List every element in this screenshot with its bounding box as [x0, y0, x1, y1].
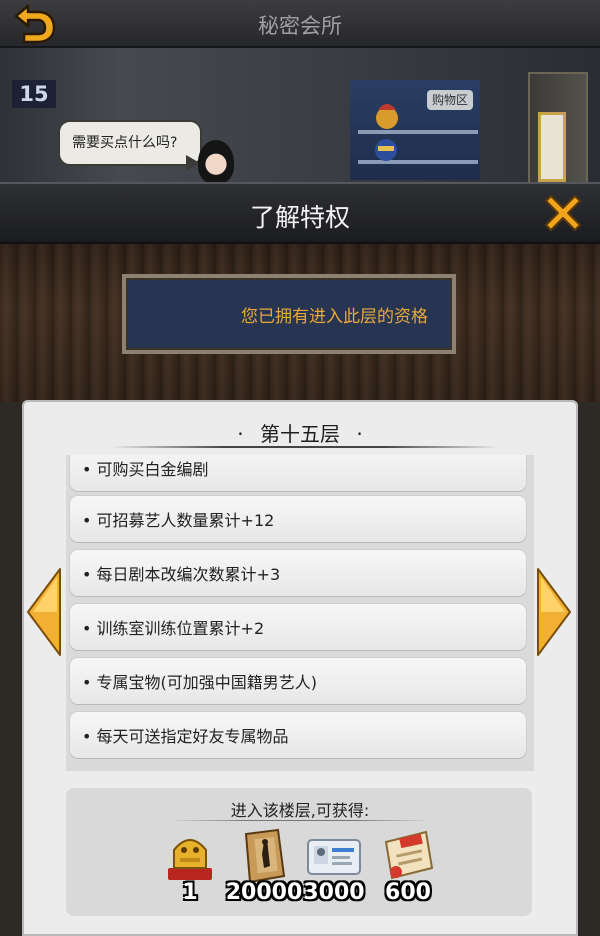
npc-speech-bubble: 需要买点什么吗?: [58, 120, 202, 166]
arrow-right-icon: [537, 568, 571, 656]
list-item[interactable]: • 每日剧本改编次数累计+3: [70, 550, 526, 596]
modal-header: 了解特权: [0, 182, 600, 244]
privilege-text: 每天可送指定好友专属物品: [96, 727, 289, 746]
prev-floor-button[interactable]: [24, 567, 64, 657]
bullet: •: [82, 727, 92, 746]
list-item[interactable]: • 每天可送指定好友专属物品: [70, 712, 526, 758]
work-letter-icon: [384, 830, 434, 880]
top-bar: 秘密会所: [0, 0, 600, 48]
helmet-item-icon: [376, 104, 398, 129]
shop-area-tag: 购物区: [427, 90, 473, 110]
floor-title-text: 第十五层: [260, 422, 340, 446]
privilege-list[interactable]: • 可购买白金编剧 • 可招募艺人数量累计+12 • 每日剧本改编次数累计+3 …: [66, 455, 534, 771]
page-title: 秘密会所: [258, 14, 342, 38]
floor-number-badge: 15: [12, 80, 56, 108]
title-divider: [110, 446, 500, 448]
club-scene: [0, 48, 600, 188]
bullet: •: [82, 511, 92, 530]
qualification-board: 您已拥有进入此层的资格: [122, 274, 456, 354]
privilege-text: 训练室训练位置累计+2: [96, 619, 265, 638]
reward-count: 600: [385, 880, 431, 905]
next-floor-button[interactable]: [534, 567, 574, 657]
reward-item[interactable]: 1: [150, 826, 230, 914]
privilege-text: 可招募艺人数量累计+12: [96, 511, 275, 530]
floor-title: · 第十五层 ·: [0, 418, 600, 447]
bullet: •: [82, 673, 92, 692]
list-item[interactable]: • 训练室训练位置累计+2: [70, 604, 526, 650]
modal-title: 了解特权: [249, 203, 350, 232]
wall-frame: [538, 112, 566, 182]
shop-shelf: [358, 130, 478, 134]
reward-count: 3000: [303, 880, 365, 905]
qualification-text: 您已拥有进入此层的资格: [241, 307, 428, 327]
reward-count: 20000: [225, 880, 303, 905]
reward-count: 1: [182, 880, 198, 905]
npc-avatar[interactable]: [198, 140, 234, 184]
script-scroll-icon: [244, 828, 286, 884]
privilege-text: 专属宝物(可加强中国籍男艺人): [96, 673, 318, 692]
golden-trophy-icon: [168, 839, 212, 880]
privilege-text: 可购买白金编剧: [96, 460, 209, 479]
bullet: •: [82, 460, 92, 479]
list-item[interactable]: • 专属宝物(可加强中国籍男艺人): [70, 658, 526, 704]
reward-title: 进入该楼层,可获得:: [230, 801, 370, 820]
privilege-text: 每日剧本改编次数累计+3: [96, 565, 281, 584]
id-card-icon: [307, 839, 361, 875]
title-dot: ·: [237, 422, 244, 446]
close-button[interactable]: [540, 190, 586, 236]
mask-item-icon: [375, 139, 397, 161]
title-dot: ·: [356, 422, 363, 446]
list-item[interactable]: • 可招募艺人数量累计+12: [70, 496, 526, 542]
arrow-left-icon: [27, 568, 61, 656]
reward-item[interactable]: 3000: [294, 826, 374, 914]
reward-item[interactable]: 20000: [224, 826, 304, 914]
bullet: •: [82, 565, 92, 584]
bullet: •: [82, 619, 92, 638]
list-item[interactable]: • 可购买白金编剧: [70, 455, 526, 491]
close-icon: [545, 195, 581, 231]
reward-item[interactable]: 600: [368, 826, 448, 914]
reward-divider: [170, 820, 430, 821]
